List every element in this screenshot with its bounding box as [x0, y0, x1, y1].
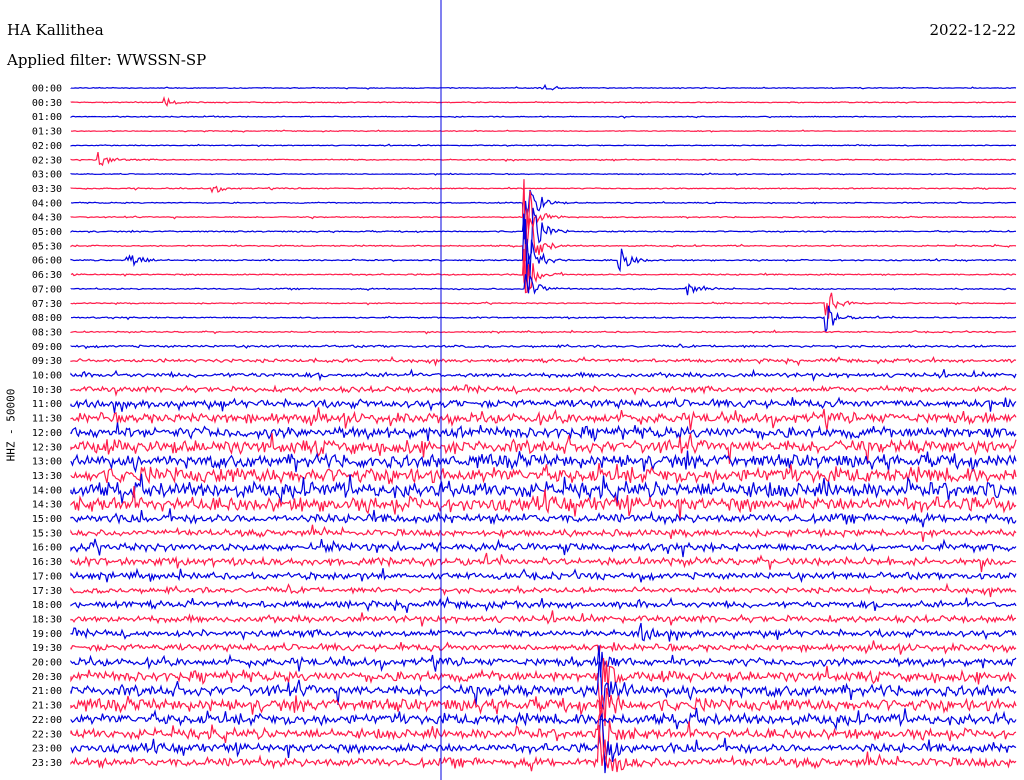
time-label-0030: 00:30 — [32, 98, 62, 109]
time-label-0600: 06:00 — [32, 256, 62, 267]
time-label-1230: 12:30 — [32, 442, 62, 453]
trace-1800 — [70, 596, 1017, 613]
time-label-2200: 22:00 — [32, 715, 62, 726]
time-label-1930: 19:30 — [32, 643, 62, 654]
trace-1630 — [70, 552, 1017, 573]
trace-2300 — [70, 712, 1017, 774]
trace-1600 — [70, 538, 1017, 558]
trace-1900 — [70, 622, 1017, 642]
trace-1930 — [70, 640, 1017, 655]
time-label-1130: 11:30 — [32, 414, 62, 425]
time-label-1200: 12:00 — [32, 428, 62, 439]
filter-label: Applied filter: WWSSN-SP — [7, 51, 207, 69]
time-label-0330: 03:30 — [32, 184, 62, 195]
time-label-1630: 16:30 — [32, 557, 62, 568]
station-title: HA Kallithea — [7, 21, 104, 39]
time-label-0300: 03:00 — [32, 170, 62, 181]
channel-label: HHZ - 50000 — [4, 388, 18, 462]
trace-0000 — [70, 83, 1017, 91]
time-label-0500: 05:00 — [32, 227, 62, 238]
trace-0100 — [70, 115, 1016, 119]
trace-0930 — [70, 355, 1017, 367]
time-label-1900: 19:00 — [32, 629, 62, 640]
time-label-0100: 01:00 — [32, 112, 62, 123]
trace-0200 — [70, 143, 1017, 148]
time-label-0900: 09:00 — [32, 342, 62, 353]
time-label-1030: 10:30 — [32, 385, 62, 396]
trace-0730 — [70, 292, 1016, 319]
time-label-0530: 05:30 — [32, 241, 62, 252]
trace-1730 — [70, 582, 1017, 598]
time-label-1600: 16:00 — [32, 543, 62, 554]
trace-0900 — [70, 343, 1017, 350]
time-label-0130: 01:30 — [32, 127, 62, 138]
trace-0130 — [70, 129, 1016, 133]
time-label-1330: 13:30 — [32, 471, 62, 482]
trace-2230 — [70, 706, 1017, 761]
time-label-0930: 09:30 — [32, 356, 62, 367]
trace-2000 — [70, 645, 1017, 678]
time-label-0800: 08:00 — [32, 313, 62, 324]
trace-1030 — [70, 384, 1017, 397]
time-label-0000: 00:00 — [32, 84, 62, 95]
time-label-1700: 17:00 — [32, 571, 62, 582]
trace-0830 — [70, 329, 1017, 335]
time-label-2000: 20:00 — [32, 658, 62, 669]
time-tick-labels: 00:00 00:30 01:00 01:30 02:00 02:30 03:00 03:30… — [32, 84, 62, 769]
date-label: 2022-12-22 — [929, 21, 1016, 39]
helicorder-plot: 00:00 00:30 01:00 01:30 02:00 02:30 03:00 03:30… — [32, 0, 1017, 780]
time-label-1830: 18:30 — [32, 614, 62, 625]
time-label-1430: 14:30 — [32, 500, 62, 511]
time-label-0430: 04:30 — [32, 213, 62, 224]
time-label-2300: 23:00 — [32, 744, 62, 755]
trace-1700 — [70, 567, 1017, 584]
trace-1500 — [70, 508, 1017, 528]
trace-0030 — [70, 95, 1017, 107]
time-label-0200: 02:00 — [32, 141, 62, 152]
trace-1200 — [70, 422, 1017, 443]
time-label-0730: 07:30 — [32, 299, 62, 310]
trace-group — [70, 83, 1017, 774]
trace-1830 — [70, 610, 1017, 627]
time-label-2030: 20:30 — [32, 672, 62, 683]
time-label-0230: 02:30 — [32, 155, 62, 166]
trace-1000 — [70, 368, 1017, 382]
time-label-0700: 07:00 — [32, 284, 62, 295]
time-label-1530: 15:30 — [32, 528, 62, 539]
time-label-0830: 08:30 — [32, 327, 62, 338]
time-label-0630: 06:30 — [32, 270, 62, 281]
time-label-2330: 23:30 — [32, 758, 62, 769]
time-label-1100: 11:00 — [32, 399, 62, 410]
time-label-2230: 22:30 — [32, 729, 62, 740]
trace-0330 — [70, 185, 1017, 194]
time-label-2100: 21:00 — [32, 686, 62, 697]
trace-1530 — [70, 524, 1017, 542]
time-label-1000: 10:00 — [32, 371, 62, 382]
time-label-1800: 18:00 — [32, 600, 62, 611]
trace-0230 — [70, 151, 1016, 167]
time-label-0400: 04:00 — [32, 198, 62, 209]
trace-1230 — [70, 432, 1017, 465]
trace-0300 — [70, 172, 1017, 176]
trace-0800 — [70, 305, 1017, 333]
time-label-1400: 14:00 — [32, 485, 62, 496]
time-label-1730: 17:30 — [32, 586, 62, 597]
time-label-1300: 13:00 — [32, 457, 62, 468]
time-label-1500: 15:00 — [32, 514, 62, 525]
time-label-2130: 21:30 — [32, 701, 62, 712]
trace-1100 — [70, 396, 1017, 414]
